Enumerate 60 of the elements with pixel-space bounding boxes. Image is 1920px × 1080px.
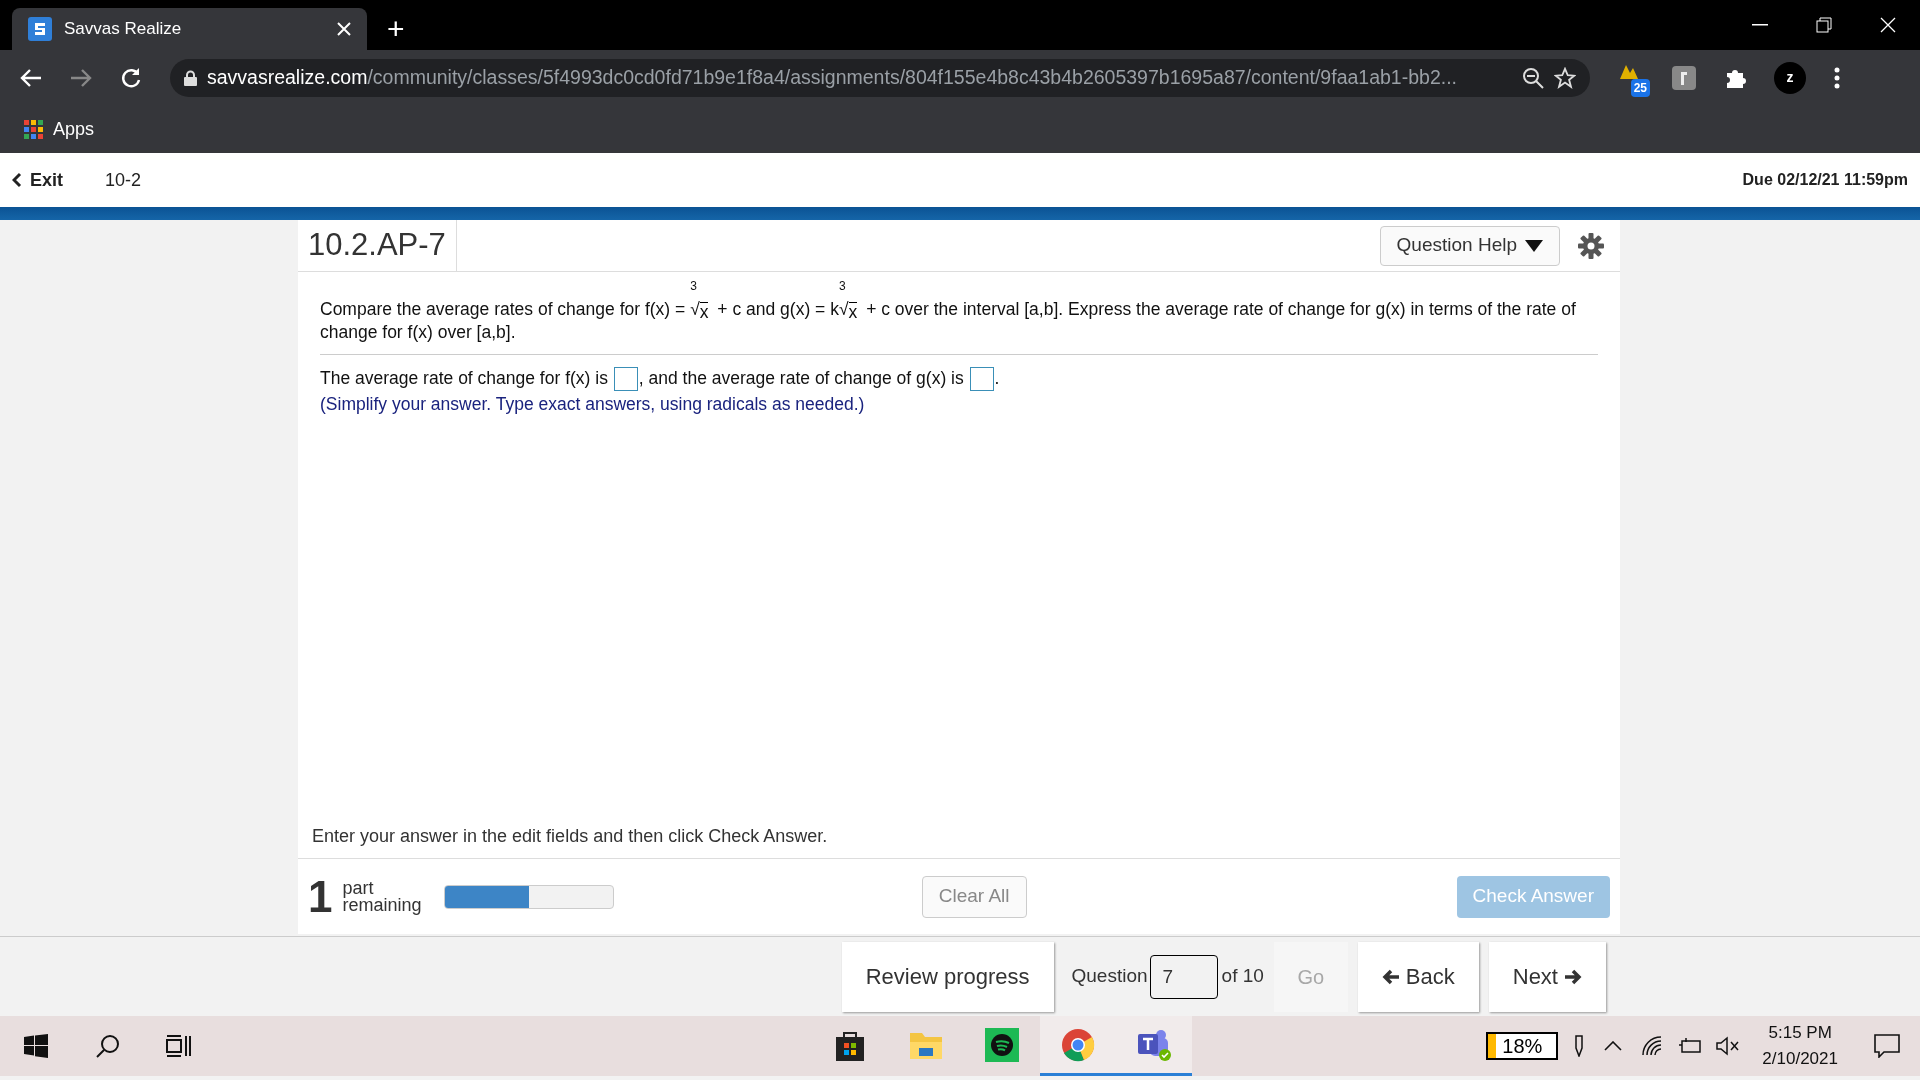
speaker-muted-icon[interactable] <box>1716 1036 1741 1056</box>
restore-icon[interactable] <box>1816 17 1832 33</box>
clock-date[interactable]: 2/10/2021 <box>1762 1046 1838 1072</box>
question-label: Question <box>1071 964 1148 989</box>
back-arrow-icon[interactable] <box>20 67 42 88</box>
tab-title: Savvas Realize <box>64 18 183 41</box>
forward-arrow-icon[interactable] <box>70 67 92 88</box>
question-id: 10.2.AP-7 <box>298 220 457 271</box>
question-number-field[interactable]: 7 <box>1149 954 1218 999</box>
next-button[interactable]: Next <box>1488 941 1606 1012</box>
caret-down-icon <box>1525 239 1543 252</box>
search-icon[interactable] <box>96 1034 120 1058</box>
browser-icon[interactable] <box>1061 1027 1095 1062</box>
profile-avatar[interactable]: z <box>1774 61 1806 94</box>
chat-app-icon[interactable] <box>1136 1027 1172 1062</box>
windows-start-icon[interactable] <box>24 1034 48 1058</box>
browser-tab[interactable]: Savvas Realize <box>12 8 367 50</box>
notification-icon[interactable] <box>1874 1034 1900 1058</box>
apps-grid-icon[interactable] <box>24 119 43 139</box>
star-icon[interactable] <box>1554 66 1576 89</box>
menu-icon[interactable] <box>1834 66 1840 89</box>
question-help-button[interactable]: Question Help <box>1379 225 1560 266</box>
question-total: of 10 <box>1221 964 1264 989</box>
power-icon[interactable] <box>1678 1037 1703 1055</box>
url-text: savvasrealize.com/community/classes/5f4993dc0cd0fd71b9e1f8a4/assignments/804f155e4b8c43b4b2605397b1695a87/content/9faa1ab1-bb2... <box>207 64 1458 90</box>
question-text: . <box>994 368 1000 388</box>
bookmark-link[interactable]: Apps <box>53 115 95 143</box>
answer-field[interactable] <box>613 367 638 392</box>
assignment-name: 10-2 <box>105 168 142 192</box>
question-text: , and the average rate of change of g(x) is <box>638 368 965 388</box>
close-icon[interactable] <box>337 22 351 36</box>
chevron-up-icon[interactable] <box>1604 1041 1623 1051</box>
music-app-icon[interactable] <box>985 1027 1019 1062</box>
parts-count: 1 <box>308 874 333 919</box>
minimize-icon[interactable] <box>1752 24 1768 26</box>
review-progress-button[interactable]: Review progress <box>841 941 1054 1012</box>
reload-icon[interactable] <box>120 66 142 89</box>
extension-icon[interactable] <box>1672 65 1696 90</box>
new-tab-button[interactable]: + <box>387 14 405 44</box>
notification-badge: 25 <box>1630 78 1650 97</box>
lock-icon <box>184 69 197 86</box>
instruction-text: Enter your answer in the edit fields and then click Check Answer. <box>311 825 829 848</box>
back-button[interactable]: Back <box>1357 941 1479 1012</box>
clock-time[interactable]: 5:15 PM <box>1768 1020 1832 1046</box>
zoom-out-icon[interactable] <box>1522 66 1544 89</box>
address-bar[interactable]: savvasrealize.com/community/classes/5f4993dc0cd0fd71b9e1f8a4/assignments/804f155e4b8c43b4b2605397b1695a87/content/9faa1ab1-bb2... <box>170 58 1590 97</box>
arrow-left-icon <box>1381 968 1400 985</box>
due-date: Due 02/12/21 11:59pm <box>1742 170 1908 190</box>
chevron-left-icon <box>12 172 22 188</box>
question-text: The average rate of change for f(x) is <box>320 368 609 388</box>
battery-indicator[interactable]: 18% <box>1486 1032 1559 1060</box>
task-view-icon[interactable] <box>166 1034 192 1058</box>
arrow-right-icon <box>1564 968 1582 985</box>
parts-label: part remaining <box>342 879 423 914</box>
logo-icon <box>28 17 52 41</box>
settings-icon[interactable] <box>1578 232 1604 259</box>
hint-text: (Simplify your answer. Type exact answers, using radicals as needed.) <box>320 393 866 417</box>
exit-button[interactable]: Exit <box>12 166 63 194</box>
close-icon[interactable] <box>1880 17 1896 33</box>
answer-field[interactable] <box>969 367 994 392</box>
